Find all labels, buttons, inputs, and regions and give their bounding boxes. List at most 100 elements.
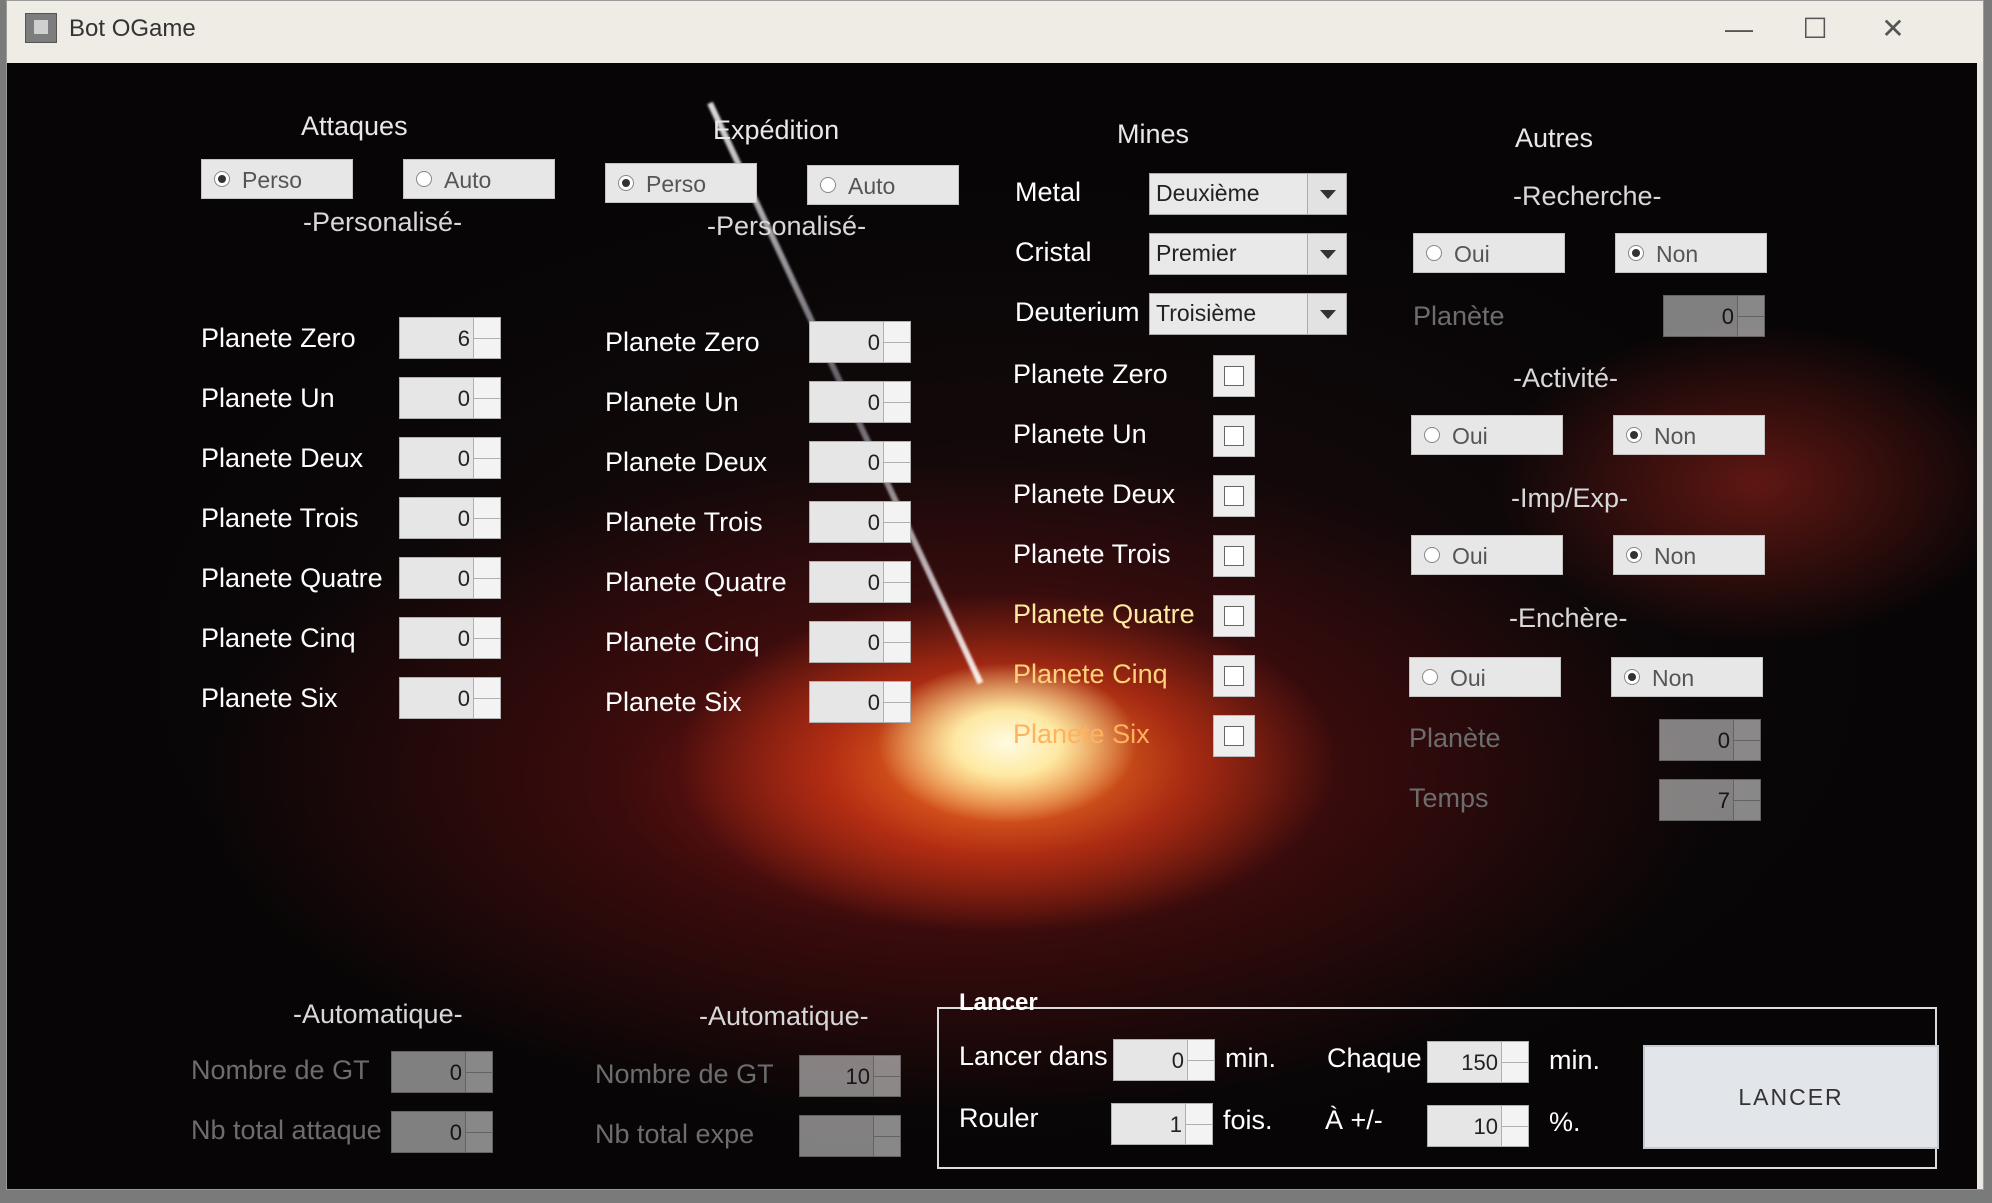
radio-selected-icon [214,171,230,187]
expedition-planet-spinner[interactable]: 0 [809,321,911,363]
expedition-planet-spinner[interactable]: 0 [809,561,911,603]
expedition-planet-spinner[interactable]: 0 [809,681,911,723]
mines-planet-label: Planete Zero [1013,359,1168,389]
spinner-arrows-icon[interactable] [873,1056,900,1096]
mines-planet-checkbox[interactable] [1213,715,1255,757]
attaques-gt-spinner[interactable]: 0 [391,1051,493,1093]
spinner-arrows-icon[interactable] [465,1052,492,1092]
attaques-planet-spinner[interactable]: 0 [399,437,501,479]
attaques-planet-spinner[interactable]: 0 [399,557,501,599]
spinner-arrows-icon[interactable] [883,382,910,422]
expedition-planet-spinner[interactable]: 0 [809,621,911,663]
radio-label: Perso [242,167,303,193]
spinner-arrows-icon[interactable] [883,442,910,482]
mines-planet-label: Planete Quatre [1013,599,1195,629]
expedition-auto-radio[interactable]: Auto [807,165,959,205]
spinner-arrows-icon[interactable] [873,1116,900,1156]
activite-non-radio[interactable]: Non [1613,415,1765,455]
rouler-label: Rouler [959,1103,1039,1133]
expedition-planet-spinner[interactable]: 0 [809,501,911,543]
mines-planet-checkbox[interactable] [1213,535,1255,577]
radio-selected-icon [1626,427,1642,443]
enchere-non-radio[interactable]: Non [1611,657,1763,697]
spinner-arrows-icon[interactable] [883,562,910,602]
attaques-planet-spinner[interactable]: 0 [399,377,501,419]
spinner-arrows-icon[interactable] [473,678,500,718]
activite-oui-radio[interactable]: Oui [1411,415,1563,455]
expedition-gt-spinner[interactable]: 10 [799,1055,901,1097]
spinner-arrows-icon[interactable] [883,682,910,722]
mines-planet-checkbox[interactable] [1213,475,1255,517]
attaques-perso-radio[interactable]: Perso [201,159,353,199]
autres-header: Autres [1515,123,1594,153]
spinner-arrows-icon[interactable] [473,318,500,358]
mines-planet-checkbox[interactable] [1213,655,1255,697]
select-value: Deuxième [1156,180,1260,206]
attaques-planet-spinner[interactable]: 6 [399,317,501,359]
expedition-perso-radio[interactable]: Perso [605,163,757,203]
spinner-arrows-icon[interactable] [1501,1042,1528,1082]
lancer-button[interactable]: LANCER [1643,1045,1939,1149]
radio-label: Perso [646,171,707,197]
radio-label: Auto [444,167,492,193]
mines-planet-checkbox[interactable] [1213,415,1255,457]
chevron-down-icon[interactable] [1307,174,1346,214]
cristal-select[interactable]: Premier [1149,233,1347,275]
spinner-arrows-icon[interactable] [1501,1106,1528,1146]
impexp-oui-radio[interactable]: Oui [1411,535,1563,575]
radio-label: Oui [1450,665,1486,691]
recherche-oui-radio[interactable]: Oui [1413,233,1565,273]
rouler-spinner[interactable]: 1 [1111,1103,1213,1145]
spinner-arrows-icon[interactable] [883,322,910,362]
spinner-arrows-icon[interactable] [1733,720,1760,760]
chevron-down-icon[interactable] [1307,234,1346,274]
attaques-auto-radio[interactable]: Auto [403,159,555,199]
lancer-group-title: Lancer [959,989,1038,1016]
lancer-dans-unit: min. [1225,1043,1277,1073]
maximize-icon[interactable]: ☐ [1785,9,1845,49]
spinner-arrows-icon[interactable] [1185,1104,1212,1144]
lancer-dans-spinner[interactable]: 0 [1113,1039,1215,1081]
enchere-oui-radio[interactable]: Oui [1409,657,1561,697]
spinner-value: 0 [457,686,470,711]
spinner-arrows-icon[interactable] [473,498,500,538]
attaques-total-spinner[interactable]: 0 [391,1111,493,1153]
deuterium-select[interactable]: Troisième [1149,293,1347,335]
impexp-non-radio[interactable]: Non [1613,535,1765,575]
spinner-arrows-icon[interactable] [465,1112,492,1152]
expedition-gt-label: Nombre de GT [595,1059,774,1089]
expedition-auto-label: -Automatique- [699,1001,869,1031]
spinner-arrows-icon[interactable] [473,438,500,478]
rouler-unit: fois. [1223,1105,1273,1135]
recherche-planete-spinner[interactable]: 0 [1663,295,1765,337]
attaques-planet-spinner[interactable]: 0 [399,617,501,659]
attaques-planet-spinner[interactable]: 0 [399,497,501,539]
spinner-arrows-icon[interactable] [473,558,500,598]
radio-unselected-icon [1422,669,1438,685]
expedition-planet-spinner[interactable]: 0 [809,441,911,483]
app-window: Bot OGame — ☐ ✕ Attaques Perso Auto -Per… [6,0,1984,1190]
mines-planet-checkbox[interactable] [1213,355,1255,397]
spinner-arrows-icon[interactable] [473,378,500,418]
close-icon[interactable]: ✕ [1863,9,1923,49]
recherche-non-radio[interactable]: Non [1615,233,1767,273]
metal-select[interactable]: Deuxième [1149,173,1347,215]
spinner-arrows-icon[interactable] [883,622,910,662]
expedition-planet-spinner[interactable]: 0 [809,381,911,423]
spinner-arrows-icon[interactable] [1737,296,1764,336]
attaques-planet-spinner[interactable]: 0 [399,677,501,719]
mines-planet-checkbox[interactable] [1213,595,1255,637]
chevron-down-icon[interactable] [1307,294,1346,334]
plusmoins-spinner[interactable]: 10 [1427,1105,1529,1147]
spinner-arrows-icon[interactable] [1187,1040,1214,1080]
enchere-planete-spinner[interactable]: 0 [1659,719,1761,761]
minimize-icon[interactable]: — [1709,9,1769,49]
enchere-temps-spinner[interactable]: 7 [1659,779,1761,821]
chaque-spinner[interactable]: 150 [1427,1041,1529,1083]
spinner-arrows-icon[interactable] [1733,780,1760,820]
expedition-total-spinner[interactable] [799,1115,901,1157]
spinner-arrows-icon[interactable] [883,502,910,542]
spinner-arrows-icon[interactable] [473,618,500,658]
expedition-planet-label: Planete Zero [605,327,760,357]
spinner-value: 0 [867,630,880,655]
